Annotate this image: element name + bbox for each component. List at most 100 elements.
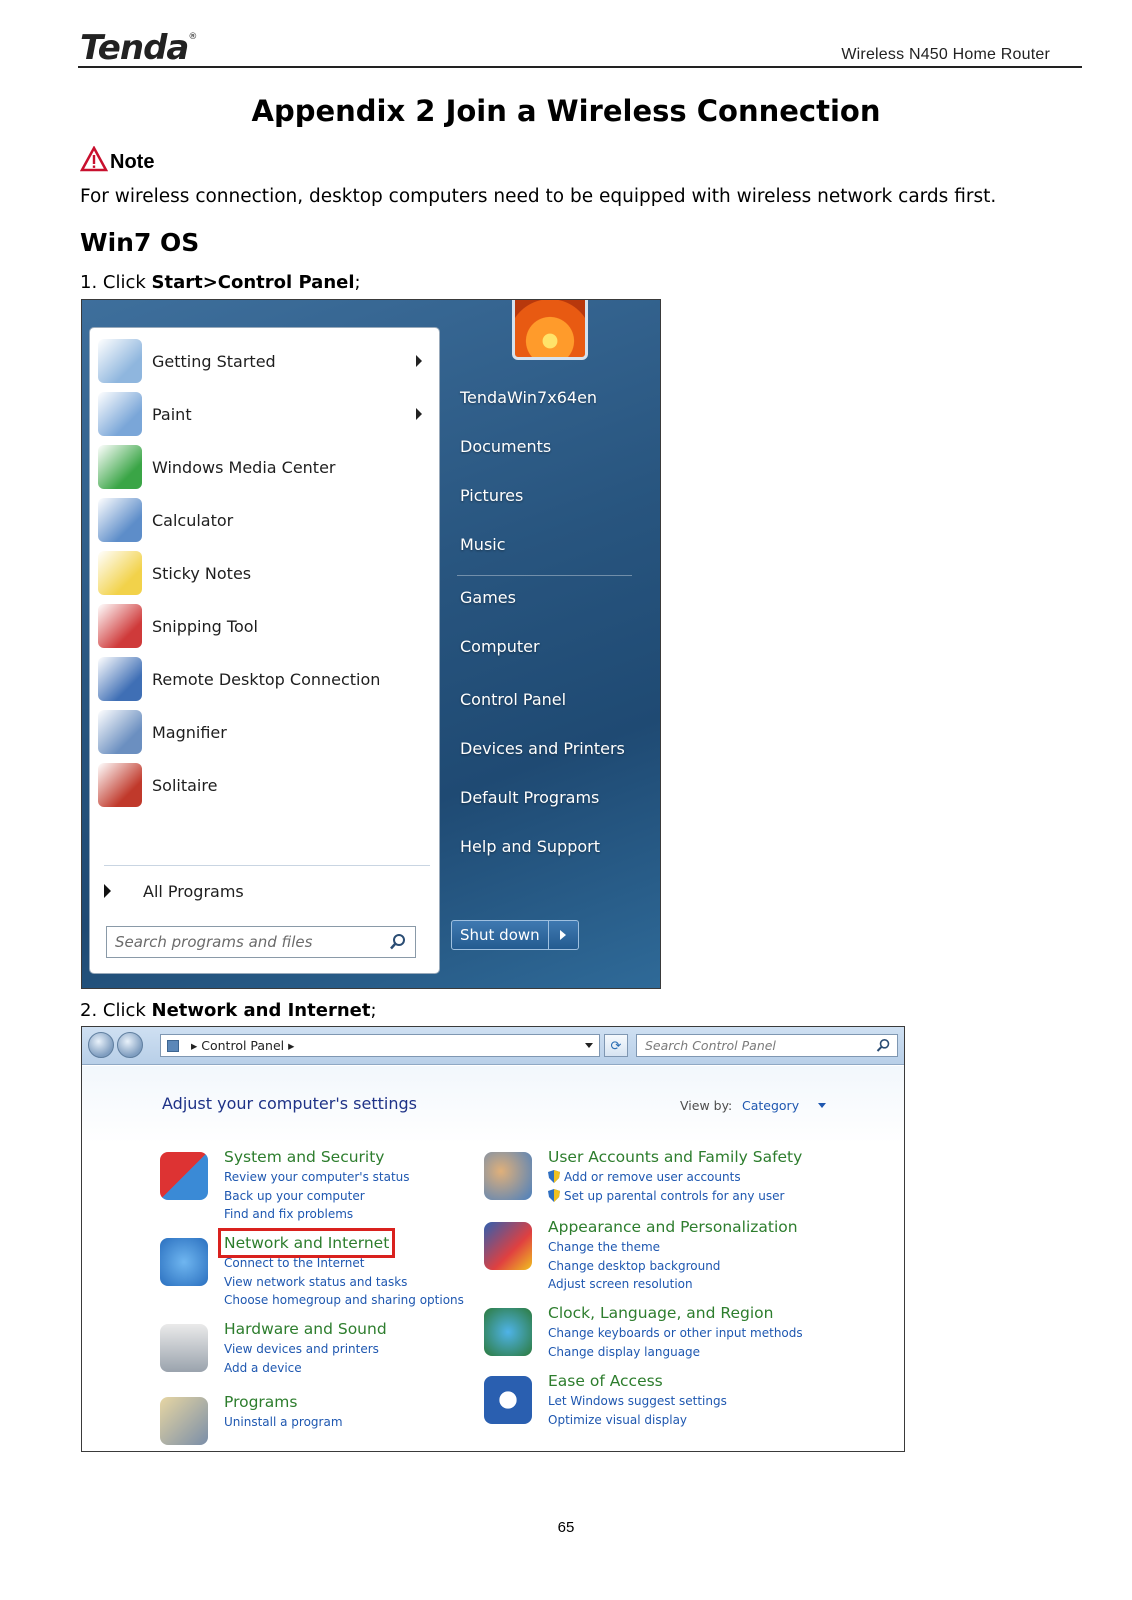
expand-arrow-icon xyxy=(104,884,111,898)
calculator-icon xyxy=(98,498,142,542)
task-link[interactable]: Add a device xyxy=(224,1361,302,1375)
start-menu-link[interactable]: Default Programs xyxy=(460,788,599,807)
task-link[interactable]: Adjust screen resolution xyxy=(548,1277,693,1291)
forward-button[interactable] xyxy=(117,1032,143,1058)
separator xyxy=(104,865,430,866)
note-text: For wireless connection, desktop compute… xyxy=(80,186,997,207)
refresh-button[interactable]: ⟳ xyxy=(604,1034,628,1057)
start-menu-link[interactable]: Computer xyxy=(460,637,540,656)
breadcrumb[interactable]: ▸ Control Panel ▸ xyxy=(191,1038,294,1053)
task-link[interactable]: Change the theme xyxy=(548,1240,660,1254)
category-icon[interactable] xyxy=(484,1222,532,1270)
note-heading: Note xyxy=(80,146,154,172)
category-title-link[interactable]: Hardware and Sound xyxy=(224,1320,387,1338)
user-avatar[interactable] xyxy=(512,300,588,360)
task-link[interactable]: Review your computer's status xyxy=(224,1170,410,1184)
page-title: Appendix 2 Join a Wireless Connection xyxy=(251,94,881,128)
program-item[interactable]: Remote Desktop Connection xyxy=(98,653,428,705)
header-rule xyxy=(78,66,1082,68)
task-link[interactable]: Optimize visual display xyxy=(548,1413,687,1427)
category-title-link[interactable]: Programs xyxy=(224,1393,297,1411)
category-title-link[interactable]: Clock, Language, and Region xyxy=(548,1304,773,1322)
chevron-down-icon[interactable] xyxy=(818,1103,826,1108)
category-title-link[interactable]: Ease of Access xyxy=(548,1372,663,1390)
view-by-dropdown[interactable]: Category xyxy=(742,1098,799,1113)
start-menu-screenshot: All Programs Search programs and files G… xyxy=(81,299,661,989)
program-item[interactable]: Calculator xyxy=(98,494,428,546)
program-item[interactable]: Solitaire xyxy=(98,759,428,811)
task-link[interactable]: Set up parental controls for any user xyxy=(548,1188,784,1203)
back-button[interactable] xyxy=(88,1032,114,1058)
task-link[interactable]: Uninstall a program xyxy=(224,1415,343,1429)
address-bar[interactable]: ▸ Control Panel ▸ xyxy=(160,1034,600,1057)
program-label: Getting Started xyxy=(152,351,276,371)
category-icon[interactable] xyxy=(484,1376,532,1424)
category-title-link[interactable]: User Accounts and Family Safety xyxy=(548,1148,802,1166)
shutdown-control: Shut down xyxy=(451,920,579,950)
category-title-link[interactable]: Appearance and Personalization xyxy=(548,1218,798,1236)
submenu-arrow-icon[interactable] xyxy=(416,355,422,367)
remote-desktop-icon xyxy=(98,657,142,701)
magnifier-icon xyxy=(98,710,142,754)
program-item[interactable]: Paint xyxy=(98,388,428,440)
start-menu-link[interactable]: Music xyxy=(460,535,506,554)
chevron-right-icon xyxy=(560,930,567,940)
category-icon[interactable] xyxy=(484,1308,532,1356)
task-link[interactable]: Change keyboards or other input methods xyxy=(548,1326,803,1340)
program-item[interactable]: Windows Media Center xyxy=(98,441,428,493)
program-label: Paint xyxy=(152,404,192,424)
start-menu-link[interactable]: Pictures xyxy=(460,486,523,505)
control-panel-body: Adjust your computer's settings View by:… xyxy=(82,1066,904,1451)
start-menu-link[interactable]: Games xyxy=(460,588,516,607)
getting-started-icon xyxy=(98,339,142,383)
search-icon xyxy=(390,934,405,950)
task-link[interactable]: Connect to the Internet xyxy=(224,1256,364,1270)
all-programs-button[interactable]: All Programs xyxy=(104,873,244,909)
program-label: Remote Desktop Connection xyxy=(152,669,381,689)
category-icon[interactable] xyxy=(484,1152,532,1200)
program-label: Snipping Tool xyxy=(152,616,258,636)
sticky-notes-icon xyxy=(98,551,142,595)
category-icon[interactable] xyxy=(160,1397,208,1445)
category-icon[interactable] xyxy=(160,1152,208,1200)
start-menu-link[interactable]: Help and Support xyxy=(460,837,600,856)
task-link[interactable]: View devices and printers xyxy=(224,1342,379,1356)
task-link[interactable]: Back up your computer xyxy=(224,1189,365,1203)
category-icon[interactable] xyxy=(160,1238,208,1286)
program-item[interactable]: Snipping Tool xyxy=(98,600,428,652)
category-icon[interactable] xyxy=(160,1324,208,1372)
task-link[interactable]: Change display language xyxy=(548,1345,700,1359)
submenu-arrow-icon[interactable] xyxy=(416,408,422,420)
start-menu-link[interactable]: Devices and Printers xyxy=(460,739,625,758)
chevron-down-icon[interactable] xyxy=(585,1043,593,1048)
task-link[interactable]: Change desktop background xyxy=(548,1259,720,1273)
uac-shield-icon xyxy=(548,1170,560,1183)
task-link[interactable]: Find and fix problems xyxy=(224,1207,353,1221)
task-link[interactable]: Let Windows suggest settings xyxy=(548,1394,727,1408)
warning-icon xyxy=(80,146,108,172)
search-icon xyxy=(876,1039,890,1052)
page-number: 65 xyxy=(557,1519,575,1536)
control-panel-screenshot: ▸ Control Panel ▸ ⟳ Search Control Panel… xyxy=(81,1026,905,1452)
start-menu-link[interactable]: Control Panel xyxy=(460,690,566,709)
start-menu-link[interactable]: Documents xyxy=(460,437,551,456)
tenda-logo: Tenda® xyxy=(80,28,197,68)
solitaire-icon xyxy=(98,763,142,807)
program-label: Solitaire xyxy=(152,775,218,795)
task-link[interactable]: View network status and tasks xyxy=(224,1275,407,1289)
category-title-link[interactable]: Network and Internet xyxy=(217,1228,396,1258)
program-item[interactable]: Getting Started xyxy=(98,335,428,387)
user-folder-link[interactable]: TendaWin7x64en xyxy=(460,388,597,407)
search-control-panel-input[interactable]: Search Control Panel xyxy=(636,1034,898,1057)
task-link[interactable]: Choose homegroup and sharing options xyxy=(224,1293,464,1307)
category-title-link[interactable]: System and Security xyxy=(224,1148,384,1166)
program-item[interactable]: Sticky Notes xyxy=(98,547,428,599)
uac-shield-icon xyxy=(548,1188,560,1202)
shutdown-button[interactable]: Shut down xyxy=(451,920,549,950)
paint-icon xyxy=(98,392,142,436)
program-item[interactable]: Magnifier xyxy=(98,706,428,758)
search-programs-input[interactable]: Search programs and files xyxy=(106,926,416,958)
separator xyxy=(457,575,632,576)
task-link[interactable]: Add or remove user accounts xyxy=(548,1170,741,1184)
shutdown-options-button[interactable] xyxy=(548,920,579,950)
